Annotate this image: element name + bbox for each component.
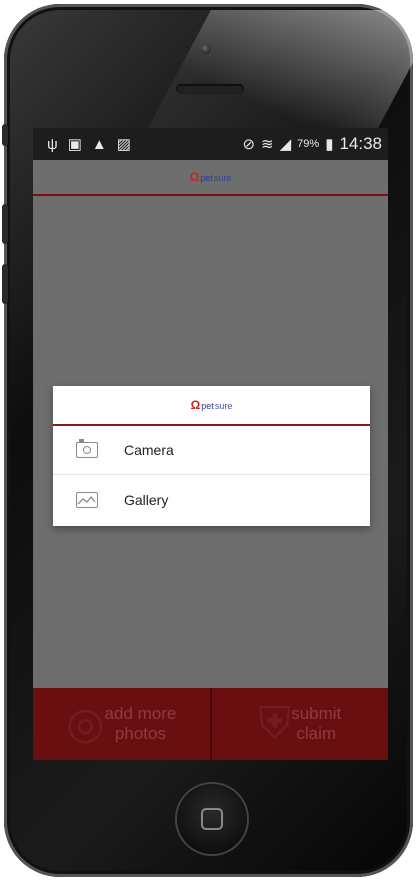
camera-option[interactable]: Camera (53, 426, 370, 475)
logo-text-sure: sure (213, 173, 232, 183)
image-icon: ▣ (67, 135, 82, 153)
add-more-photos-label: add more photos (104, 704, 177, 743)
submit-claim-button[interactable]: ⛨ submit claim (209, 688, 389, 760)
glass-reflection (147, 10, 417, 130)
shield-ghost-icon: ⛨ (258, 699, 292, 748)
wifi-icon: ≋ (261, 135, 274, 153)
phone-screen: ψ ▣ ▲ ▨ ⊘ ≋ ◢ 79% ▮ 14:38 Ω pet sure Ω p… (33, 128, 388, 760)
dialog-petsure-logo: Ω pet sure (191, 399, 233, 411)
camera-icon (76, 439, 98, 458)
battery-percent: 79% (297, 138, 320, 150)
warning-icon: ▲ (91, 135, 107, 153)
logo-mark: Ω (190, 398, 201, 412)
logo-mark: Ω (189, 170, 200, 184)
gallery-option-label: Gallery (124, 491, 169, 508)
petsure-logo: Ω pet sure (190, 171, 232, 183)
camera-option-label: Camera (124, 442, 174, 458)
gallery-icon (76, 491, 98, 508)
status-bar: ψ ▣ ▲ ▨ ⊘ ≋ ◢ 79% ▮ 14:38 (33, 128, 388, 160)
logo-text-pet: pet (200, 173, 213, 183)
no-sim-icon: ▨ (116, 135, 131, 153)
home-square-icon (201, 808, 223, 830)
signal-icon: ◢ (279, 135, 292, 153)
battery-icon: ▮ (325, 135, 334, 153)
volume-up-button (2, 204, 8, 244)
mute-switch (2, 124, 8, 146)
home-button[interactable] (177, 784, 247, 854)
logo-text-sure: sure (214, 401, 233, 411)
volume-down-button (2, 264, 8, 304)
camera-ghost-icon: ◎ (66, 699, 105, 748)
add-more-photos-button[interactable]: ◎ add more photos (33, 688, 210, 760)
front-camera (201, 44, 211, 54)
dialog-header: Ω pet sure (53, 386, 370, 426)
bottom-action-bar: ◎ add more photos ⛨ submit claim (33, 688, 388, 760)
logo-text-pet: pet (201, 401, 214, 411)
submit-claim-label: submit claim (291, 704, 342, 743)
photo-source-dialog: Ω pet sure Camera Gallery (53, 386, 370, 526)
clock: 14:38 (339, 134, 382, 153)
app-header: Ω pet sure (33, 160, 388, 196)
usb-icon: ψ (47, 135, 58, 153)
gallery-option[interactable]: Gallery (53, 475, 370, 524)
mute-icon: ⊘ (242, 135, 256, 153)
earpiece-speaker (176, 84, 244, 94)
